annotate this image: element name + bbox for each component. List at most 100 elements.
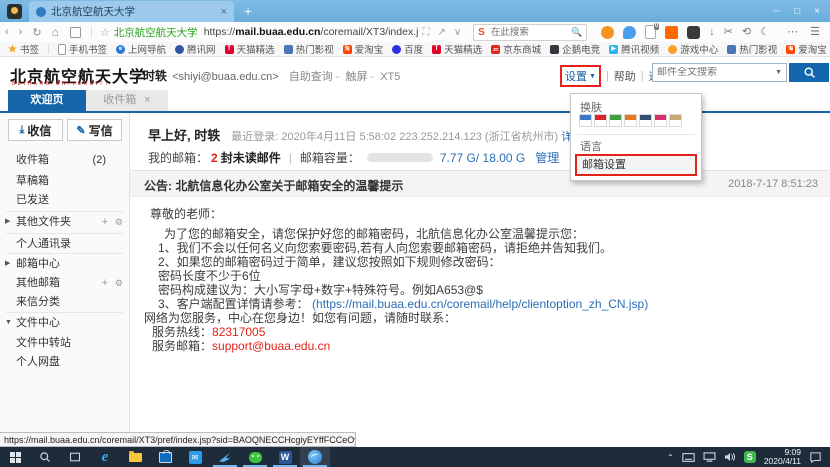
xt5-link[interactable]: XT5	[380, 71, 400, 83]
start-button[interactable]	[0, 447, 30, 467]
mail-search-button[interactable]	[789, 63, 829, 82]
skin-swatch-blue[interactable]	[579, 114, 592, 127]
more-icon[interactable]: ⋯	[787, 26, 798, 39]
settings-button[interactable]: 设置	[565, 68, 587, 84]
new-tab-button[interactable]: +	[244, 1, 252, 21]
task-view-button[interactable]	[60, 447, 90, 467]
taskbar-file-explorer[interactable]	[120, 447, 150, 467]
bookmark-item[interactable]: 热门影视	[727, 42, 777, 56]
scissors-screenshot-icon[interactable]: ✂	[724, 26, 733, 39]
taskbar-clock[interactable]: 9:092020/4/11	[764, 448, 801, 466]
gear-icon[interactable]: ⚙	[115, 274, 123, 292]
chevron-down-icon[interactable]: ▼	[5, 314, 12, 332]
forward-icon[interactable]: ›	[19, 26, 23, 38]
sidebar-item-inbox[interactable]: 收件箱(2)	[0, 151, 130, 169]
taskbar-word[interactable]: W	[270, 447, 300, 467]
gear-icon[interactable]: ⚙	[115, 213, 123, 231]
keyboard-icon[interactable]	[682, 453, 695, 462]
minimize-icon[interactable]: ─	[773, 6, 780, 17]
sidebar-item-contacts[interactable]: 个人通讯录	[0, 235, 130, 253]
back-icon[interactable]: ‹	[5, 26, 9, 38]
browser-search-input[interactable]	[489, 26, 571, 39]
bookmark-item[interactable]: T天猫精选	[432, 42, 482, 56]
refresh-icon[interactable]: ↻	[32, 26, 41, 39]
skin-swatch-red[interactable]	[594, 114, 607, 127]
sidebar-item-other-folders[interactable]: ▶其他文件夹+⚙	[0, 213, 130, 231]
tab-welcome[interactable]: 欢迎页	[8, 90, 86, 111]
taskbar-bird-app[interactable]	[210, 447, 240, 467]
network-icon[interactable]	[703, 452, 716, 462]
chevron-down-icon[interactable]: ▼	[589, 73, 596, 80]
search-options-caret-icon[interactable]: ▼	[775, 69, 786, 76]
taskbar-edge[interactable]: e	[90, 447, 120, 467]
volume-icon[interactable]	[724, 452, 736, 462]
tray-expand-icon[interactable]: ⌃	[667, 453, 674, 462]
game-center-icon[interactable]	[601, 26, 614, 39]
sidebar-item-sent[interactable]: 已发送	[0, 191, 130, 209]
compose-mail-button[interactable]: ✎写信	[67, 119, 122, 141]
address-url[interactable]: https://mail.buaa.edu.cn/coremail/XT3/in…	[204, 26, 419, 38]
night-mode-icon[interactable]: ☾	[760, 26, 770, 39]
skin-swatch-tan[interactable]	[669, 114, 682, 127]
sidebar-item-file-center[interactable]: ▼文件中心	[0, 314, 130, 332]
bookmark-item[interactable]: e上网导航	[116, 42, 166, 56]
maximize-icon[interactable]: □	[794, 6, 800, 17]
browser-tab[interactable]: 北京航空航天大学 ×	[29, 1, 234, 22]
taskbar-store[interactable]	[150, 447, 180, 467]
bookmark-star-icon[interactable]: ☆	[100, 26, 110, 39]
chevron-right-icon[interactable]: ▶	[5, 255, 10, 273]
menu-icon[interactable]: ☰	[810, 26, 820, 39]
skin-swatch-navy[interactable]	[639, 114, 652, 127]
notice-title[interactable]: 公告: 北航信息化办公室关于邮箱安全的温馨提示	[144, 177, 403, 194]
sogou-search-box[interactable]: S 🔍	[473, 24, 587, 41]
bookmark-item[interactable]: JD京东商城	[491, 42, 541, 56]
touch-version-link[interactable]: 触屏	[345, 71, 367, 83]
skin-swatch-green[interactable]	[609, 114, 622, 127]
bookmark-item[interactable]: T天猫精选	[225, 42, 275, 56]
bookmark-item[interactable]: 手机书签	[58, 42, 107, 56]
mail-search-input[interactable]	[653, 67, 775, 78]
adblock-icon[interactable]	[687, 26, 700, 39]
shopping-icon[interactable]	[665, 26, 678, 39]
search-icon[interactable]: 🔍	[571, 27, 582, 38]
history-restore-icon[interactable]: ⟲	[742, 26, 751, 39]
sidebar-item-drafts[interactable]: 草稿箱	[0, 172, 130, 190]
bookmark-item[interactable]: 腾讯网	[175, 42, 216, 56]
tab-close-icon[interactable]: ×	[221, 6, 227, 18]
bookmark-item[interactable]: 热门影视	[284, 42, 334, 56]
download-icon[interactable]: ↓	[709, 26, 715, 39]
phone-sync-icon[interactable]: 0	[645, 25, 656, 39]
notice-header-bar[interactable]: 公告: 北航信息化办公室关于邮箱安全的温馨提示 2018-7-17 8:51:2…	[130, 170, 830, 197]
window-close-icon[interactable]: ×	[814, 6, 820, 17]
taskbar-wechat[interactable]	[240, 447, 270, 467]
mail-settings-menu-item[interactable]: 邮箱设置	[575, 154, 697, 176]
add-folder-icon[interactable]: +	[102, 213, 108, 231]
mail-search-box[interactable]: ▼	[652, 63, 787, 82]
taskbar-mail[interactable]: ✉	[180, 447, 210, 467]
share-icon[interactable]: ↗	[437, 27, 445, 38]
bird-extension-icon[interactable]	[623, 26, 636, 39]
sidebar-item-other-mail[interactable]: 其他邮箱+⚙	[0, 274, 130, 292]
taskbar-qq-browser[interactable]	[300, 447, 330, 467]
self-service-link[interactable]: 自助查询	[289, 71, 333, 83]
bookmark-item[interactable]: 淘爱淘宝	[343, 42, 384, 56]
add-account-icon[interactable]: +	[102, 274, 108, 292]
bookmark-item[interactable]: 百度	[392, 42, 423, 56]
home-icon[interactable]: ⌂	[52, 25, 59, 39]
sidebar-item-incoming-sort[interactable]: 来信分类	[0, 293, 130, 311]
taskbar-search-button[interactable]	[30, 447, 60, 467]
tab-close-icon[interactable]: ×	[144, 90, 150, 111]
chevron-right-icon[interactable]: ▶	[5, 213, 10, 231]
browser-profile-avatar[interactable]	[7, 4, 22, 19]
language-menu-item[interactable]: 语言	[580, 138, 602, 154]
bookmark-item[interactable]: 淘爱淘宝	[786, 42, 827, 56]
service-email[interactable]: support@buaa.edu.cn	[212, 339, 330, 353]
skin-swatch-orange[interactable]	[624, 114, 637, 127]
unread-mail-link[interactable]: 封未读邮件	[221, 149, 281, 166]
skin-swatch-pink[interactable]	[654, 114, 667, 127]
bookmark-item[interactable]: ▶腾讯视频	[609, 42, 659, 56]
manage-link[interactable]: 管理	[535, 149, 559, 166]
tab-inbox[interactable]: 收件箱 ×	[86, 90, 168, 111]
sidebar-item-net-disk[interactable]: 个人网盘	[0, 353, 130, 371]
bookmark-item[interactable]: 游戏中心	[668, 42, 718, 56]
